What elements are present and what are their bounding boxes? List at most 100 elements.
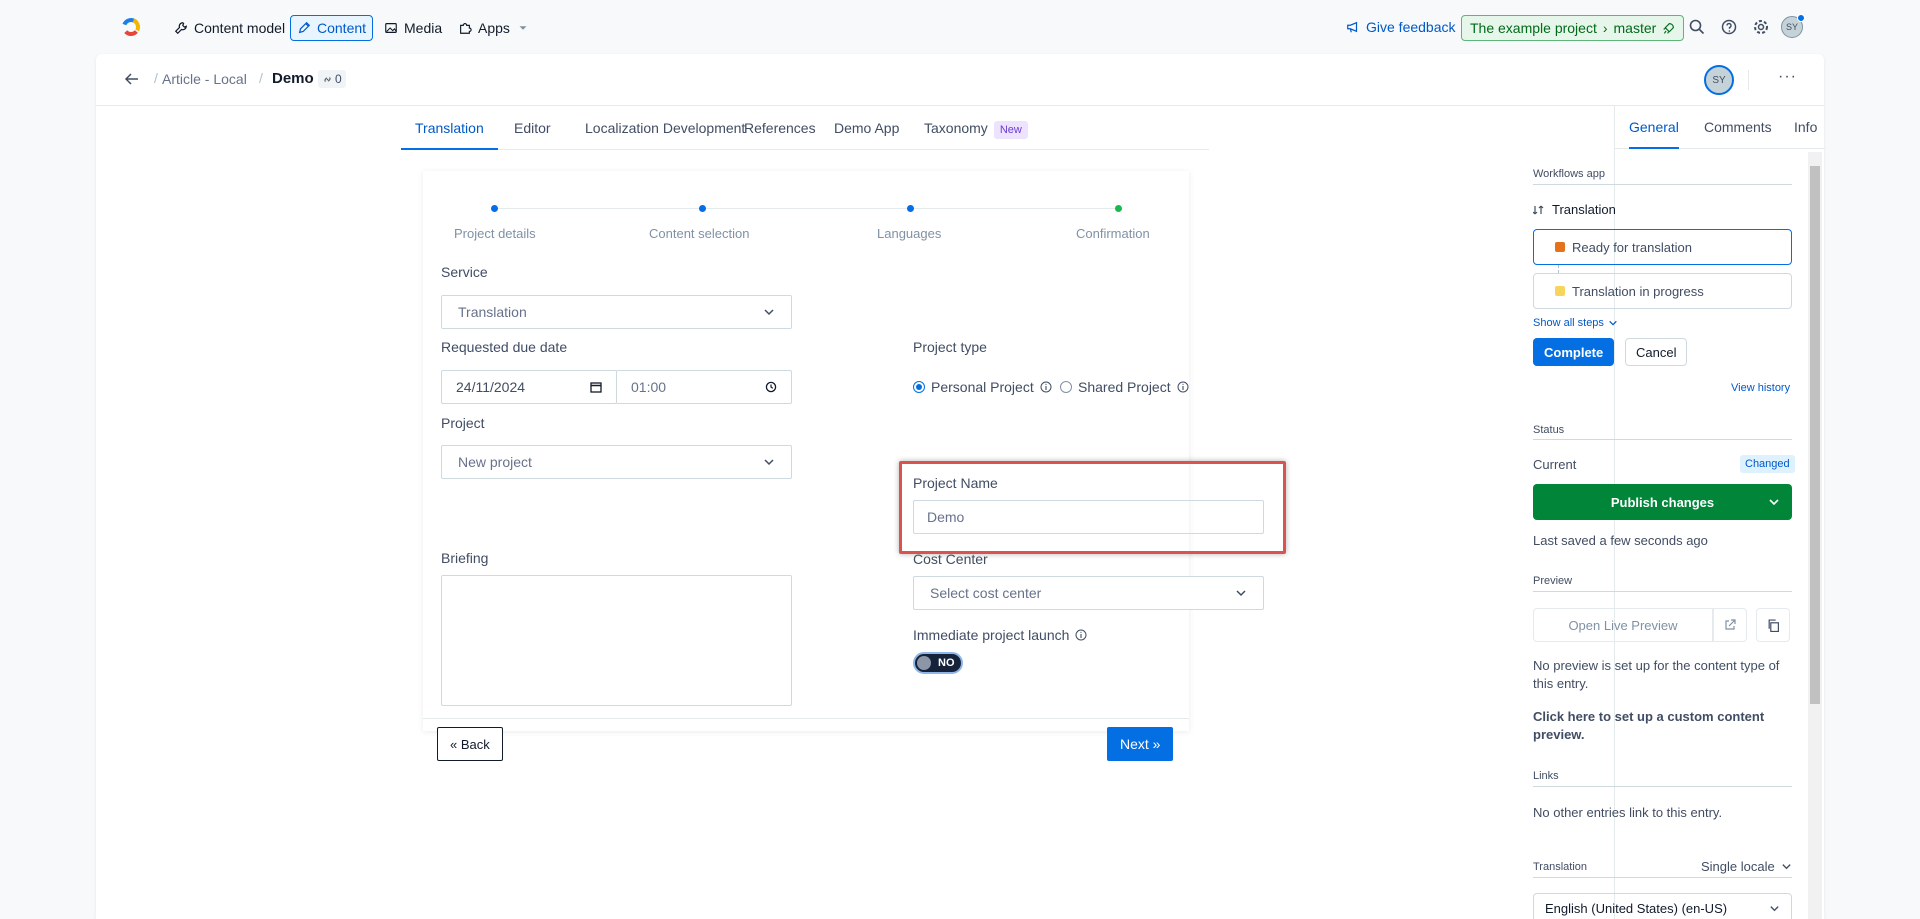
sidebar-scrollbar[interactable] <box>1808 152 1822 919</box>
arrow-left-icon[interactable] <box>124 71 140 87</box>
tab-taxonomy[interactable]: Taxonomy New <box>924 106 1028 150</box>
scrollbar-thumb[interactable] <box>1810 166 1820 704</box>
give-feedback-link[interactable]: Give feedback <box>1346 19 1456 35</box>
nav-label: Apps <box>478 20 510 36</box>
tab-label: Comments <box>1704 119 1772 135</box>
workflow-step-progress[interactable]: Translation in progress <box>1533 273 1792 309</box>
tab-label: Info <box>1794 119 1818 135</box>
tab-translation[interactable]: Translation <box>401 106 498 150</box>
caret-down-icon <box>519 26 527 30</box>
step-dot <box>491 205 498 212</box>
collaborator-avatar[interactable]: SY <box>1704 65 1734 95</box>
tab-general[interactable]: General <box>1629 106 1679 149</box>
project-select[interactable]: New project <box>441 445 792 479</box>
view-history-link[interactable]: View history <box>1731 382 1790 394</box>
chevron-down-icon <box>1236 590 1246 597</box>
project-name-input[interactable]: Demo <box>913 500 1264 534</box>
open-live-preview-button[interactable]: Open Live Preview <box>1533 608 1713 642</box>
locale-select[interactable]: English (United States) (en-US) <box>1533 893 1792 919</box>
references-count[interactable]: 0 <box>318 70 346 88</box>
select-value: New project <box>458 454 532 470</box>
tab-label: Taxonomy <box>924 120 988 136</box>
tab-label: Translation <box>415 120 484 136</box>
tab-label: Demo App <box>834 120 900 136</box>
input-value: Demo <box>927 509 965 525</box>
links-section-title: Links <box>1533 770 1559 782</box>
nav-apps[interactable]: Apps <box>452 15 536 41</box>
gear-icon[interactable] <box>1752 18 1770 36</box>
step-status-icon <box>1555 242 1565 252</box>
select-value: Translation <box>458 304 527 320</box>
help-icon[interactable] <box>1720 18 1738 36</box>
step-label: Content selection <box>649 226 750 241</box>
editor-tabs: Translation Editor Localization Developm… <box>401 106 1209 150</box>
chevron-down-icon <box>1782 864 1791 870</box>
show-all-steps-link[interactable]: Show all steps <box>1533 317 1618 329</box>
setup-preview-link[interactable]: Click here to set up a custom content pr… <box>1533 708 1792 744</box>
cost-center-select[interactable]: Select cost center <box>913 576 1264 610</box>
tab-references[interactable]: References <box>744 106 816 150</box>
copy-button[interactable] <box>1756 608 1790 642</box>
nav-media[interactable]: Media <box>378 15 448 41</box>
workflow-icon <box>1533 205 1544 214</box>
radio-circle[interactable] <box>1060 381 1072 393</box>
nav-content[interactable]: Content <box>290 15 374 41</box>
radio-personal-project[interactable]: Personal Project <box>913 379 1052 395</box>
radio-shared-project[interactable]: Shared Project <box>1060 379 1189 395</box>
complete-button[interactable]: Complete <box>1533 338 1615 366</box>
back-button[interactable]: « Back <box>437 727 503 761</box>
translation-section-title: Translation <box>1533 861 1588 873</box>
copy-icon <box>1768 618 1779 632</box>
stepper-line <box>495 208 1119 209</box>
info-icon <box>1177 381 1189 393</box>
tab-label: Localization Development <box>585 120 746 136</box>
tab-comments[interactable]: Comments <box>1704 106 1772 149</box>
next-button[interactable]: Next » <box>1107 727 1174 761</box>
info-icon <box>1075 629 1087 641</box>
calendar-icon[interactable] <box>590 381 602 393</box>
publish-changes-button[interactable]: Publish changes <box>1533 484 1792 520</box>
nav-content-model[interactable]: Content model <box>168 15 291 41</box>
cancel-button[interactable]: Cancel <box>1625 338 1688 366</box>
wrench-icon <box>174 22 187 35</box>
sidebar-tabs: General Comments Info <box>1615 106 1825 149</box>
project-type-label: Project type <box>913 339 987 355</box>
briefing-textarea[interactable] <box>441 575 792 706</box>
radio-circle-checked[interactable] <box>913 381 925 393</box>
nav-label: Content <box>317 20 367 36</box>
env-project: The example project <box>1470 20 1597 36</box>
service-label: Service <box>441 264 488 280</box>
chevron-down-icon <box>764 309 774 316</box>
chevron-down-icon <box>764 459 774 466</box>
search-icon[interactable] <box>1688 18 1706 36</box>
divider <box>423 718 1189 719</box>
service-select[interactable]: Translation <box>441 295 792 329</box>
environment-switcher[interactable]: The example project › master <box>1461 15 1685 41</box>
due-date-input[interactable]: 24/11/2024 <box>441 370 617 404</box>
tab-demo-app[interactable]: Demo App <box>834 106 899 150</box>
chevron-down-icon <box>1609 320 1617 326</box>
locale-mode-select[interactable]: Single locale <box>1701 859 1792 874</box>
step-label: Project details <box>454 226 536 241</box>
megaphone-icon <box>1347 21 1358 33</box>
more-options-button[interactable]: ··· <box>1778 68 1797 86</box>
contentful-logo-icon[interactable] <box>120 16 142 38</box>
immediate-launch-toggle[interactable]: NO <box>913 652 963 674</box>
open-external-button[interactable] <box>1713 608 1747 642</box>
tab-localization-development[interactable]: Localization Development <box>585 106 745 150</box>
breadcrumb-parent[interactable]: Article - Local <box>162 71 247 87</box>
launch-label-text: Immediate project launch <box>913 627 1070 643</box>
clock-icon[interactable] <box>765 381 777 393</box>
radio-label: Shared Project <box>1078 379 1171 395</box>
tab-info[interactable]: Info <box>1794 106 1817 149</box>
info-icon <box>1040 381 1052 393</box>
link-label: Show all steps <box>1533 317 1604 329</box>
step-dot <box>699 205 706 212</box>
tab-editor[interactable]: Editor <box>514 106 551 150</box>
workflow-step-ready[interactable]: Ready for translation <box>1533 229 1792 265</box>
link-icon <box>324 76 331 82</box>
sidebar-content: Workflows app Translation Ready for tran… <box>1517 150 1807 919</box>
workflow-title: Translation <box>1533 202 1616 217</box>
chevron-down-icon[interactable] <box>1768 496 1780 508</box>
due-time-input[interactable]: 01:00 <box>616 370 792 404</box>
